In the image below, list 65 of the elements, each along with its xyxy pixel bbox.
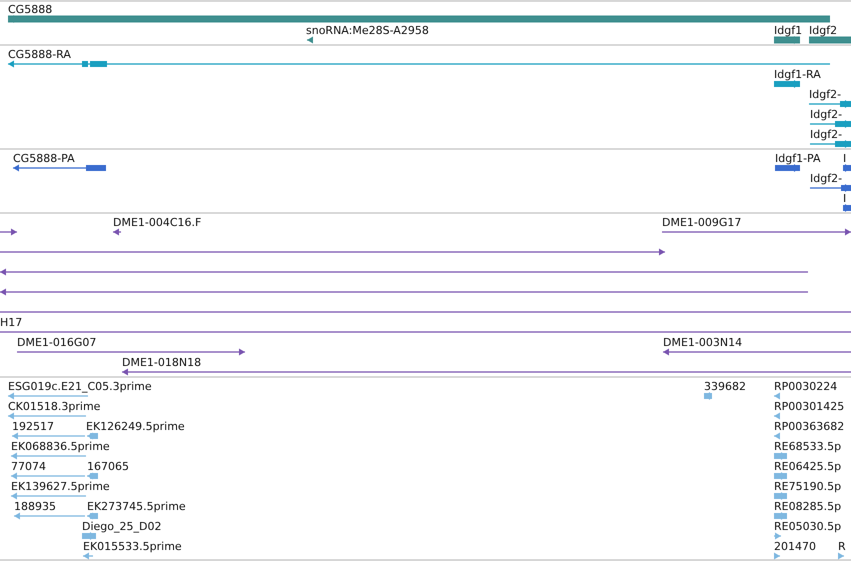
feature-glyph[interactable]: [0, 288, 808, 296]
feature-label: CK01518.3prime: [8, 400, 100, 413]
feature-label: Idgf2-: [810, 108, 842, 121]
feature-label: EK015533.5prime: [83, 540, 182, 553]
feature-glyph[interactable]: [663, 348, 851, 356]
feature-glyph[interactable]: [775, 164, 800, 172]
feature-label: DME1-009G17: [662, 216, 742, 229]
feature-glyph[interactable]: [113, 228, 121, 236]
feature-label: RE68533.5p: [774, 440, 842, 453]
feature-label: DME1-016G07: [17, 336, 96, 349]
feature-label: EK068836.5prime: [11, 440, 110, 453]
feature-glyph[interactable]: [0, 228, 17, 236]
feature-label: RE75190.5p: [774, 480, 842, 493]
feature-label: Idgf2-: [810, 128, 842, 141]
feature-label: 188935: [14, 500, 56, 513]
feature-glyph[interactable]: [13, 164, 106, 172]
feature-glyph[interactable]: [774, 36, 800, 44]
feature-label: I: [843, 152, 846, 165]
feature-glyph[interactable]: [810, 120, 851, 128]
feature-label: DME1-003N14: [663, 336, 742, 349]
feature-glyph[interactable]: [810, 184, 851, 192]
feature-glyph[interactable]: [810, 140, 851, 148]
feature-glyph[interactable]: [662, 228, 851, 236]
feature-label: EK273745.5prime: [87, 500, 186, 513]
feature-label: Idgf1-RA: [774, 68, 821, 81]
feature-label: 201470: [774, 540, 816, 553]
feature-label: I: [843, 192, 846, 205]
feature-label: H17: [0, 316, 22, 329]
feature-glyph[interactable]: [809, 100, 851, 108]
feature-label: RP00301425: [774, 400, 844, 413]
feature-label: EK126249.5prime: [86, 420, 185, 433]
feature-label: Idgf1-PA: [775, 152, 821, 165]
feature-label: EK139627.5prime: [11, 480, 110, 493]
feature-label: R: [838, 540, 846, 553]
feature-label: CG5888: [8, 3, 52, 16]
feature-label: DME1-018N18: [122, 356, 202, 369]
feature-glyph[interactable]: [774, 80, 800, 88]
feature-label: RE05030.5p: [774, 520, 842, 533]
feature-glyph[interactable]: [0, 248, 665, 256]
feature-glyph[interactable]: [8, 15, 830, 23]
feature-label: 77074: [11, 460, 46, 473]
feature-label: Idgf2: [809, 24, 838, 37]
feature-label: 167065: [87, 460, 129, 473]
feature-glyph[interactable]: [843, 164, 851, 172]
feature-label: ESG019c.E21_C05.3prime: [8, 380, 152, 393]
feature-label: Diego_25_D02: [82, 520, 162, 533]
feature-label: Idgf2-: [809, 88, 842, 101]
feature-label: Idgf2-: [810, 172, 842, 185]
feature-glyph[interactable]: [0, 268, 808, 276]
feature-glyph[interactable]: [17, 348, 245, 356]
feature-label: RP0030224: [774, 380, 838, 393]
feature-label: RP00363682: [774, 420, 844, 433]
feature-glyph[interactable]: [8, 60, 830, 68]
feature-label: RE06425.5p: [774, 460, 842, 473]
feature-label: DME1-004C16.F: [113, 216, 202, 229]
feature-label: 339682: [704, 380, 746, 393]
feature-label: 192517: [12, 420, 54, 433]
feature-label: RE08285.5p: [774, 500, 842, 513]
feature-label: Idgf1: [774, 24, 802, 37]
feature-label: CG5888-RA: [8, 48, 71, 61]
feature-label: CG5888-PA: [13, 152, 75, 165]
feature-glyph[interactable]: [307, 36, 313, 44]
feature-glyph[interactable]: [122, 368, 851, 376]
feature-glyph[interactable]: [843, 204, 851, 212]
feature-label: snoRNA:Me28S-A2958: [306, 24, 429, 37]
